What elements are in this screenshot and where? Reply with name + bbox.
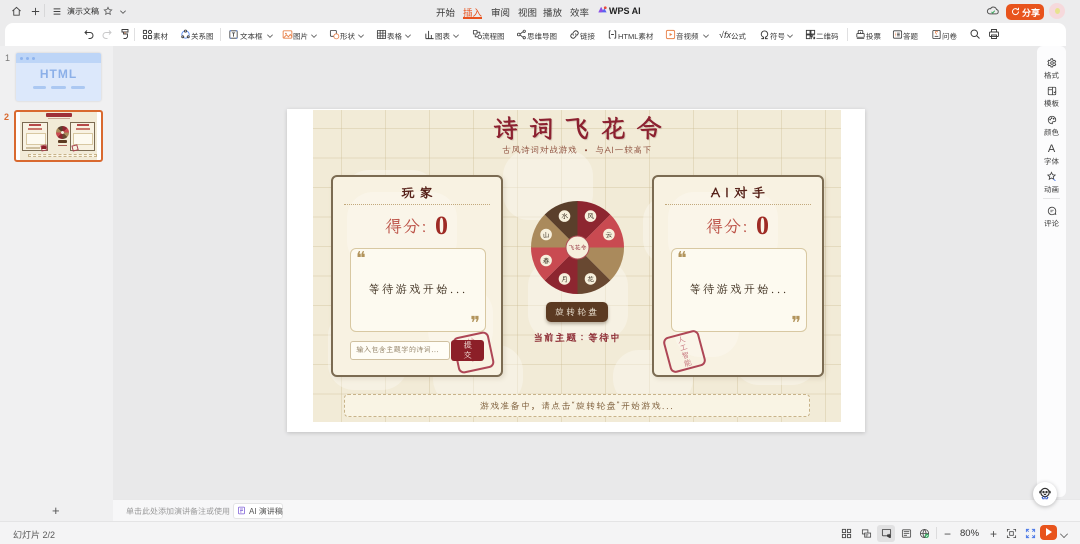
svg-text:云: 云	[604, 230, 612, 239]
svg-text:水: 水	[561, 211, 569, 220]
svg-text:花: 花	[587, 274, 594, 283]
svg-text:风: 风	[587, 211, 594, 220]
svg-text:飞花令: 飞花令	[568, 244, 586, 252]
svg-text:春: 春	[543, 256, 550, 265]
svg-text:月: 月	[561, 274, 568, 283]
svg-text:山: 山	[543, 230, 550, 239]
